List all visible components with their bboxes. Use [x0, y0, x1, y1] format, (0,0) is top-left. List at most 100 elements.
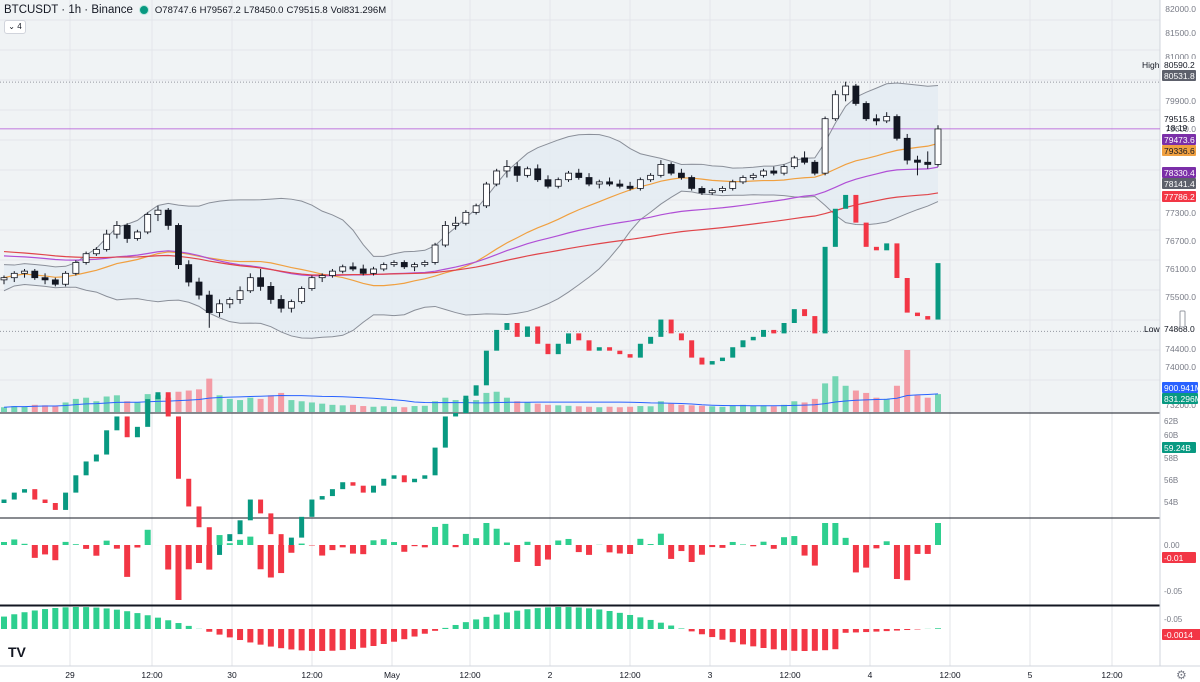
tradingview-logo-icon[interactable]: TV: [8, 644, 26, 660]
pane4-histogram-bar: [637, 617, 644, 629]
pane4-histogram-bar: [432, 629, 439, 631]
candle-body: [780, 166, 788, 174]
price-axis-tick: 79900.0: [1165, 96, 1196, 106]
pane3-histogram-bar: [31, 545, 38, 558]
candle-body: [914, 159, 921, 163]
volume-bar: [391, 406, 398, 412]
pane4-histogram-bar: [185, 625, 192, 629]
pane3-histogram-bar: [750, 545, 757, 547]
pane4-histogram-bar: [175, 623, 182, 629]
pane3-histogram-bar: [544, 545, 551, 560]
pane2-bar: [401, 475, 407, 483]
candle-body: [524, 168, 531, 176]
pane3-histogram-bar: [627, 545, 634, 554]
volume-bar: [93, 401, 100, 412]
candle-body: [62, 272, 69, 285]
candle-body: [359, 268, 367, 274]
pane4-histogram-bar: [83, 607, 90, 629]
pane4-histogram-bar: [103, 608, 110, 629]
pane4-histogram-bar: [904, 629, 911, 631]
candle-body: [205, 294, 213, 313]
candle-body: [657, 164, 665, 176]
candle-body: [380, 264, 388, 270]
volume-last-tag: 831.296M: [1164, 394, 1200, 404]
pane2-bar: [771, 329, 777, 334]
pane2-bar: [165, 392, 171, 417]
pane4-histogram-bar: [11, 614, 18, 629]
pane3-histogram-bar: [503, 542, 510, 545]
pane2-bar: [617, 350, 623, 355]
pane4-histogram-bar: [154, 617, 161, 629]
volume-bar: [103, 396, 110, 412]
pane2-bar: [186, 478, 192, 507]
volume-bar: [596, 407, 603, 412]
pane4-histogram-bar: [391, 629, 398, 642]
volume-bar: [555, 405, 562, 412]
volume-bar: [124, 401, 131, 412]
pane3-histogram-bar: [42, 545, 49, 555]
pane2-bar: [514, 323, 520, 337]
volume-bar: [750, 405, 757, 412]
pane2-bar: [925, 316, 931, 320]
pane2-bar: [740, 340, 746, 348]
pane2-bar: [524, 326, 530, 337]
candle-body: [698, 187, 706, 194]
gear-icon[interactable]: ⚙: [1176, 668, 1187, 682]
pane2-bar: [545, 343, 551, 355]
candle-body: [308, 277, 316, 289]
candle-body: [616, 183, 624, 187]
pane2-bar: [124, 416, 130, 438]
pane4-histogram-bar: [760, 629, 767, 648]
pane4-histogram-bar: [370, 629, 377, 647]
pane2-bar: [812, 316, 818, 334]
volume-bar: [616, 407, 623, 412]
price-axis-tick: 76100.0: [1165, 264, 1196, 274]
volume-bar: [1, 407, 7, 412]
pane4-histogram-bar: [616, 612, 623, 629]
candle-body: [790, 157, 798, 168]
pane3-histogram-bar: [144, 529, 151, 545]
candle-body: [852, 85, 860, 104]
indicators-toggle-button[interactable]: ⌄ 4: [4, 20, 26, 34]
pane3-histogram-bar: [380, 539, 387, 545]
volume-bar: [329, 404, 336, 412]
bb-upper-tag: 79473.6: [1164, 135, 1195, 145]
candle-body: [903, 137, 911, 161]
pane3-histogram-bar: [52, 545, 59, 561]
candle-body: [92, 248, 100, 255]
pane4-histogram-bar: [93, 607, 100, 629]
pane4-histogram-bar: [144, 615, 151, 629]
pane4-histogram-bar: [380, 629, 387, 644]
candle-body: [934, 128, 942, 165]
volume-bar: [586, 406, 593, 412]
pane3-histogram-bar: [586, 545, 593, 555]
pane3-histogram-bar: [781, 537, 788, 545]
pane2-bar: [463, 395, 469, 413]
indicators-count: 4: [17, 22, 22, 31]
candle-body: [185, 264, 193, 283]
pane2-bar: [904, 278, 910, 313]
pane4-histogram-bar: [206, 629, 213, 632]
pane3-histogram-bar: [514, 545, 521, 562]
candle-body: [277, 299, 285, 309]
price-axis-tick: 77300.0: [1165, 208, 1196, 218]
pane2-bar: [93, 454, 99, 462]
pane4-histogram-bar: [565, 607, 572, 629]
time-axis-label: 3: [708, 670, 713, 680]
chart-canvas[interactable]: 82000.081500.081000.079900.079600.077300…: [0, 0, 1200, 682]
pane2-bar: [22, 489, 28, 493]
candle-body: [339, 266, 347, 272]
pane2-bar: [586, 340, 592, 351]
pane3-histogram-bar: [822, 523, 829, 545]
pane4-histogram-bar: [42, 609, 49, 629]
pane4-histogram-bar: [863, 629, 870, 633]
candle-body: [390, 262, 398, 266]
candle-body: [575, 172, 583, 178]
ma-red-tag: 77786.2: [1164, 192, 1195, 202]
pane4-histogram-bar: [544, 607, 551, 629]
pane3-histogram-bar: [113, 545, 120, 549]
pane3-last-tag: -0.01: [1164, 553, 1184, 563]
candle-body: [749, 174, 757, 178]
pane2-axis-tick: 54B: [1164, 498, 1178, 507]
symbol-title[interactable]: BTCUSDT · 1h · Binance: [4, 4, 133, 16]
